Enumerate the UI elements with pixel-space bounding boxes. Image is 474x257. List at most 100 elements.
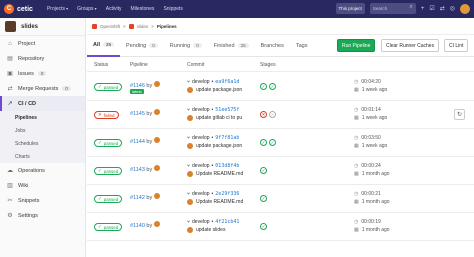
breadcrumb-current[interactable]: Pipelines [157, 24, 177, 29]
stage-passed-icon[interactable]: ✓ [269, 83, 276, 90]
commit-author-avatar[interactable] [187, 227, 193, 233]
user-avatar[interactable] [460, 3, 470, 14]
pipeline-stages: ✓ ✓ [260, 139, 276, 146]
commit-message-link[interactable]: update slides [196, 227, 225, 233]
plus-icon[interactable]: + [421, 6, 425, 12]
sidebar-sub-pipelines[interactable]: Pipelines [0, 111, 85, 124]
brand-name[interactable]: cetic [17, 6, 33, 13]
commit-author-avatar[interactable] [187, 115, 193, 121]
sidebar-item-settings[interactable]: ⚙ Settings [0, 208, 85, 223]
commit-author-avatar[interactable] [187, 143, 193, 149]
run-pipeline-button[interactable]: Run Pipeline [337, 39, 376, 52]
duration-value: 00:00:21 [361, 191, 381, 197]
commit-sha-link[interactable]: 51ee575f [215, 107, 239, 113]
commit-message-link[interactable]: update package.json [196, 143, 242, 149]
pipeline-id-link[interactable]: #1145 by [130, 109, 160, 117]
tab-tags[interactable]: Tags [290, 35, 314, 57]
sidebar-item-repository[interactable]: ▤ Repository [0, 51, 85, 66]
merge-request-icon[interactable]: ⇄ [440, 5, 445, 12]
nav-groups[interactable]: Groups [77, 6, 97, 12]
status-badge[interactable]: ✓ passed [94, 195, 123, 203]
commit-author-avatar[interactable] [187, 87, 193, 93]
calendar-icon: ▦ [354, 171, 359, 177]
todo-icon[interactable]: ☑ [429, 5, 434, 12]
nav-snippets[interactable]: Snippets [163, 6, 182, 12]
branch-link[interactable]: develop [192, 135, 210, 141]
tab-running[interactable]: Running 0 [164, 35, 208, 57]
commit-message-row: Update README.md [187, 199, 243, 205]
search-scope-button[interactable]: This project [335, 3, 365, 14]
sidebar-item-label: Project [18, 40, 36, 47]
commit-author-avatar[interactable] [187, 171, 193, 177]
ci-lint-button[interactable]: CI Lint [444, 39, 469, 52]
branch-link[interactable]: develop [192, 163, 210, 169]
stage-passed-icon[interactable]: ✓ [260, 139, 267, 146]
branch-link[interactable]: develop [192, 107, 210, 113]
stage-failed-icon[interactable]: ✕ [260, 111, 267, 118]
sidebar-sub-schedules[interactable]: Schedules [0, 137, 85, 150]
status-badge[interactable]: ✓ passed [94, 83, 123, 91]
issues-icon[interactable]: ◎ [450, 5, 455, 12]
branch-link[interactable]: develop [192, 219, 210, 225]
status-label: failed [103, 112, 115, 118]
cetic-logo-icon[interactable]: C [4, 4, 14, 14]
nav-projects[interactable]: Projects [47, 6, 68, 12]
status-badge[interactable]: ✓ passed [94, 167, 123, 175]
clear-runner-caches-button[interactable]: Clear Runner Caches [381, 39, 440, 52]
retry-icon[interactable]: ↻ [454, 109, 465, 120]
sidebar-item-operations[interactable]: ☁ Operations [0, 163, 85, 178]
search-input[interactable]: Search ⌕ [369, 3, 416, 14]
status-badge[interactable]: ✓ passed [94, 223, 123, 231]
tab-label: Tags [295, 42, 308, 49]
pipeline-id-link[interactable]: #1142 by [130, 193, 160, 201]
pipeline-id-link[interactable]: #1140 by [130, 221, 160, 229]
commit-message-link[interactable]: update package.json [196, 87, 242, 93]
commit-ref: ⑂ develop • 51ee575f [187, 107, 239, 113]
stage-passed-icon[interactable]: ✓ [260, 167, 267, 174]
commit-author-avatar[interactable] [187, 199, 193, 205]
pipeline-id-link[interactable]: #1146 by [130, 81, 160, 89]
status-badge[interactable]: ✓ passed [94, 139, 123, 147]
stage-passed-icon[interactable]: ✓ [260, 223, 267, 230]
sidebar-item-project[interactable]: ⌂ Project [0, 36, 85, 51]
stage-skipped-icon[interactable]: » [269, 111, 276, 118]
breadcrumb-project[interactable]: slides [137, 24, 149, 29]
breadcrumb-group[interactable]: OpenShift [100, 24, 120, 29]
commit-message-link[interactable]: update gitlab ci to pu [196, 115, 242, 121]
tab-pending[interactable]: Pending 0 [120, 35, 164, 57]
branch-link[interactable]: develop [192, 191, 210, 197]
sidebar-item-ci-cd[interactable]: ↗ CI / CD [0, 96, 85, 111]
tab-finished[interactable]: Finished 25 [208, 35, 255, 57]
sidebar-item-issues[interactable]: ▣ Issues 0 [0, 66, 85, 81]
stage-passed-icon[interactable]: ✓ [260, 83, 267, 90]
nav-milestones[interactable]: Milestones [131, 6, 155, 12]
tab-count: 0 [149, 43, 158, 48]
sidebar-project-header[interactable]: slides [0, 18, 85, 36]
tab-all[interactable]: All 25 [87, 35, 121, 57]
branch-icon: ⑂ [187, 107, 191, 113]
commit-message-link[interactable]: Update README.md [196, 199, 243, 205]
tab-label: Finished [213, 42, 235, 49]
sidebar-item-snippets[interactable]: ✂ Snippets [0, 193, 85, 208]
pipeline-id-link[interactable]: #1144 by [130, 137, 160, 145]
stage-passed-icon[interactable]: ✓ [260, 195, 267, 202]
sidebar-sub-jobs[interactable]: Jobs [0, 124, 85, 137]
sidebar-item-merge-requests[interactable]: ⇄ Merge Requests 0 [0, 81, 85, 96]
clock-icon: ◷ [354, 219, 359, 225]
pipeline-id-link[interactable]: #1143 by [130, 165, 160, 173]
duration-value: 00:04:20 [361, 79, 381, 85]
commit-message-link[interactable]: Update README.md [196, 171, 243, 177]
project-name: slides [21, 23, 39, 30]
commit-sha-link[interactable]: 9f7f81ab [215, 135, 239, 141]
nav-activity[interactable]: Activity [106, 6, 122, 12]
commit-sha-link[interactable]: ea9f6a1d [215, 79, 239, 85]
stage-passed-icon[interactable]: ✓ [269, 139, 276, 146]
tab-branches[interactable]: Branches [255, 35, 290, 57]
sidebar-item-wiki[interactable]: ▥ Wiki [0, 178, 85, 193]
branch-link[interactable]: develop [192, 79, 210, 85]
sidebar-sub-charts[interactable]: Charts [0, 150, 85, 163]
commit-sha-link[interactable]: 4f21cb41 [215, 219, 239, 225]
commit-sha-link[interactable]: 2e29f336 [215, 191, 239, 197]
status-badge[interactable]: ✕ failed [94, 111, 119, 119]
commit-sha-link[interactable]: 013d8f4b [215, 163, 239, 169]
